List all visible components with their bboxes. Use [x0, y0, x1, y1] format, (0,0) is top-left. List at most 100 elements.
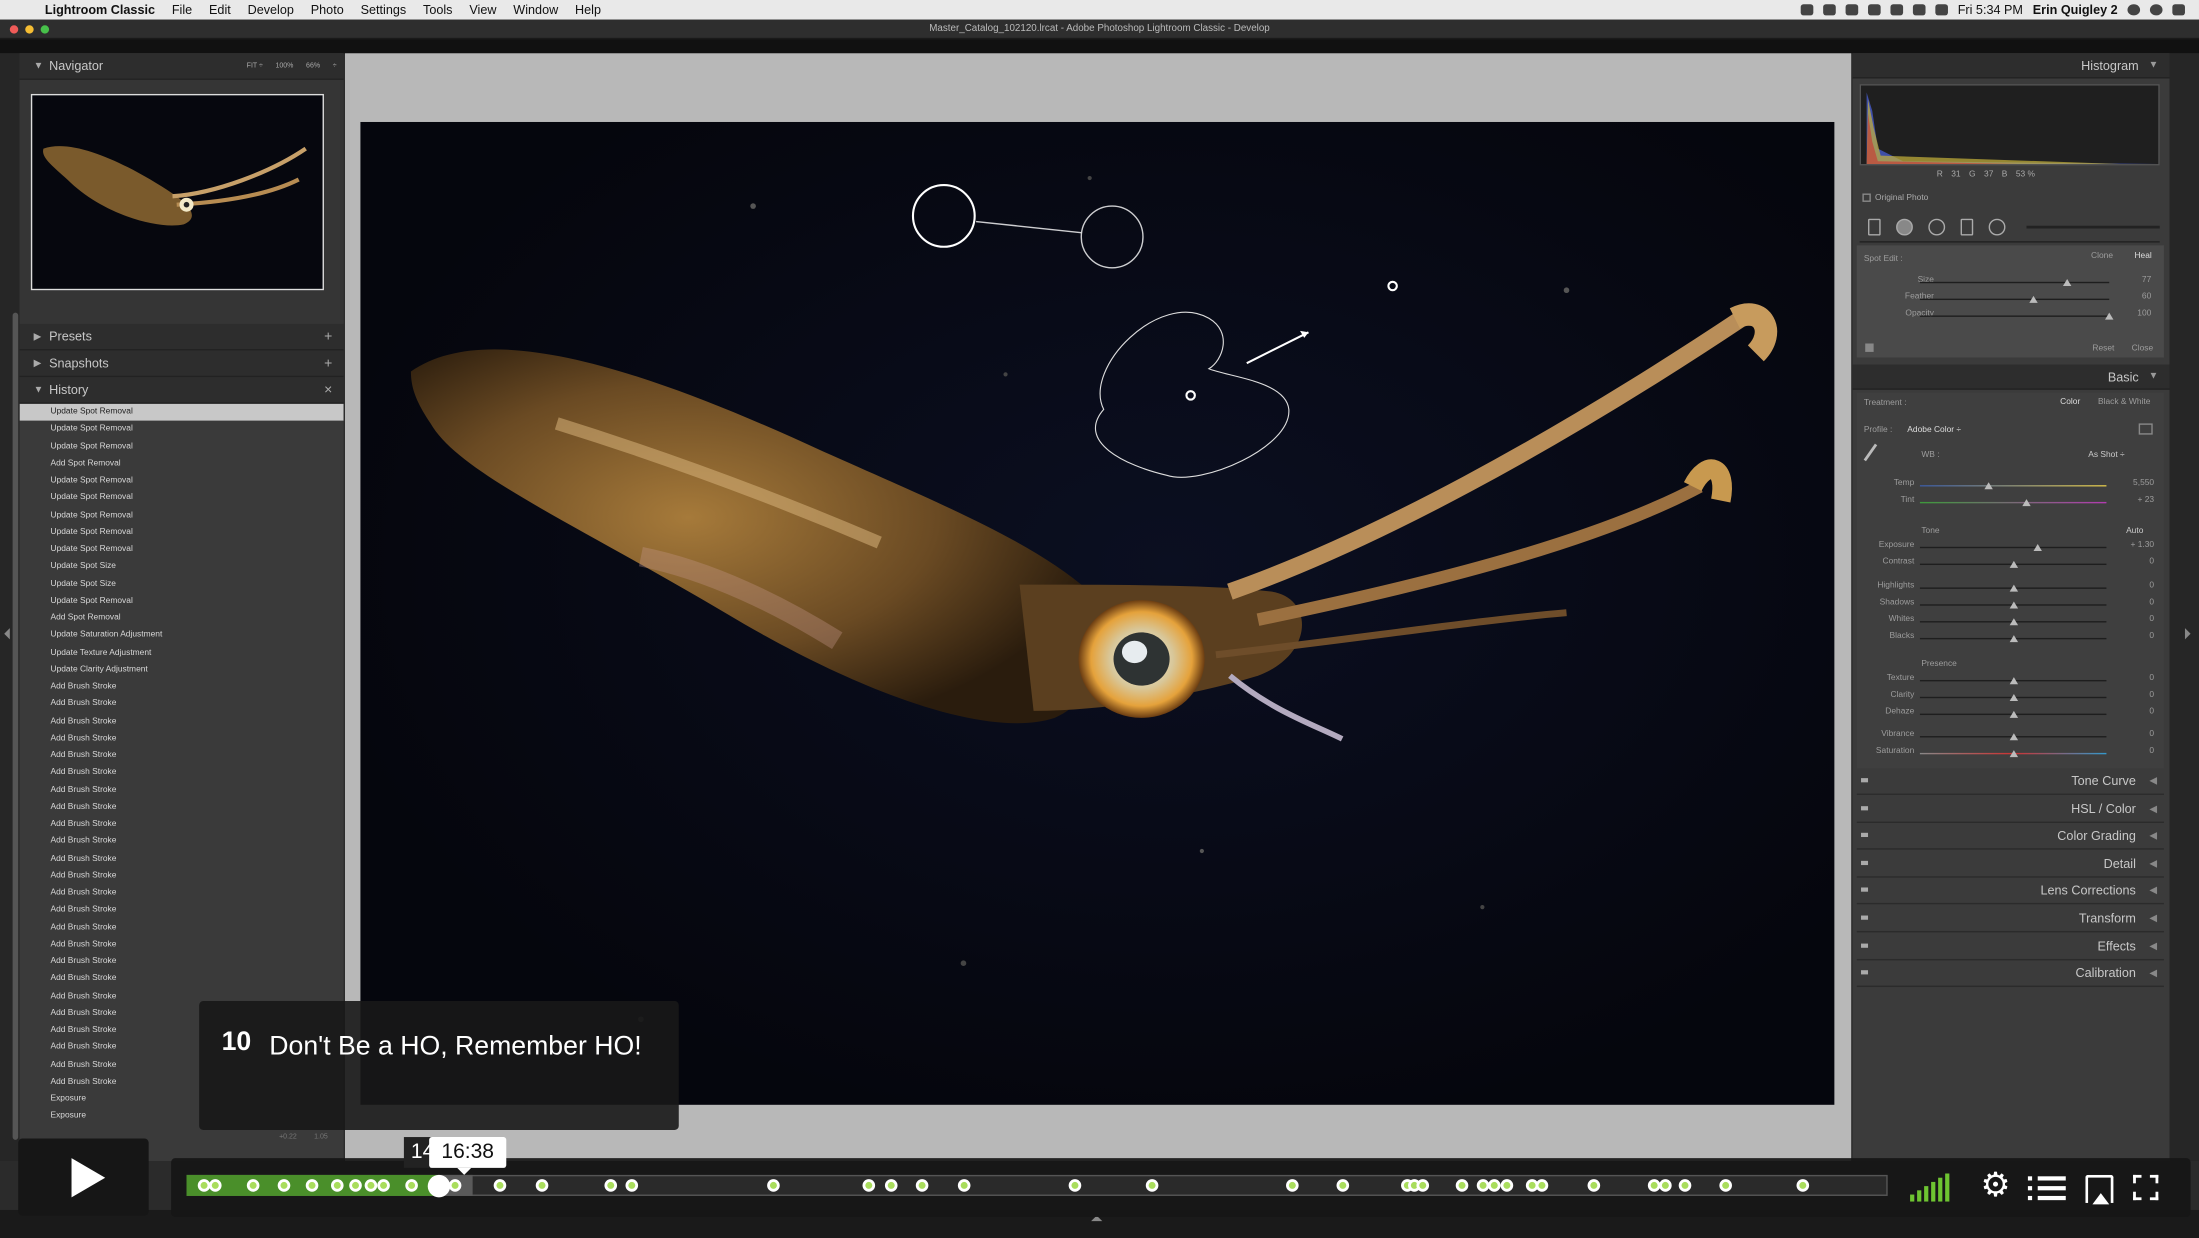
chapter-marker[interactable] [603, 1179, 617, 1192]
heal-option[interactable]: Heal [2134, 252, 2151, 260]
section-toggle-icon[interactable] [1861, 860, 1869, 865]
basic-slider-value[interactable]: 0 [2109, 599, 2154, 607]
chapter-marker[interactable] [363, 1179, 377, 1192]
history-item[interactable]: Update Spot Size [20, 576, 344, 593]
history-item[interactable]: Add Brush Stroke [20, 936, 344, 953]
history-item[interactable]: Update Spot Size [20, 558, 344, 575]
adjustment-brush-slider[interactable] [2026, 225, 2160, 228]
spot-slider-value[interactable]: 60 [2109, 293, 2151, 301]
chapter-marker[interactable] [404, 1179, 418, 1192]
menu-view[interactable]: View [469, 3, 496, 17]
menu-develop[interactable]: Develop [248, 3, 294, 17]
reset-button[interactable]: Reset [2092, 345, 2114, 353]
basic-slider-thumb[interactable] [2008, 635, 2018, 643]
basic-slider-thumb[interactable] [2008, 618, 2018, 626]
history-item[interactable]: Add Brush Stroke [20, 764, 344, 781]
section-detail[interactable]: Detail ◀ [1856, 851, 2164, 878]
siri-icon[interactable] [2149, 4, 2163, 16]
histogram-header[interactable]: Histogram ▼ [1852, 53, 2170, 79]
basic-slider-value[interactable]: + 23 [2109, 496, 2154, 504]
menubar-user[interactable]: Erin Quigley 2 [2033, 3, 2118, 17]
chapter-marker[interactable] [1285, 1179, 1299, 1192]
spot-slider-track[interactable] [1919, 315, 2110, 317]
red-eye-tool-icon[interactable] [1928, 218, 1946, 235]
menu-edit[interactable]: Edit [209, 3, 231, 17]
basic-slider-value[interactable]: 0 [2109, 730, 2154, 738]
navigator-thumbnail[interactable] [30, 93, 324, 291]
chapter-marker[interactable] [1658, 1179, 1672, 1192]
history-item[interactable]: Add Brush Stroke [20, 953, 344, 970]
main-photo[interactable] [360, 121, 1835, 1105]
chapter-marker[interactable] [1587, 1179, 1600, 1192]
wifi-icon[interactable] [1935, 4, 1948, 16]
section-toggle-icon[interactable] [1861, 915, 1869, 920]
basic-slider-thumb[interactable] [2008, 710, 2018, 718]
basic-slider-thumb[interactable] [2008, 677, 2018, 685]
section-lens-corrections[interactable]: Lens Corrections ◀ [1856, 878, 2164, 905]
zoom-more-option[interactable]: ÷ [333, 53, 337, 80]
status-icon[interactable] [1823, 4, 1836, 16]
airplay-icon[interactable] [2085, 1174, 2114, 1205]
section-color-grading[interactable]: Color Grading ◀ [1856, 823, 2164, 850]
spot-removal-tool-icon[interactable] [1896, 218, 1913, 235]
wb-dropdown[interactable]: As Shot ÷ [2088, 451, 2124, 459]
notification-center-icon[interactable] [2172, 4, 2185, 16]
chapter-marker[interactable] [957, 1179, 971, 1192]
crop-tool-icon[interactable] [1868, 218, 1881, 235]
basic-slider-value[interactable]: 0 [2109, 632, 2154, 640]
history-item[interactable]: Add Brush Stroke [20, 782, 344, 799]
history-item[interactable]: Add Brush Stroke [20, 971, 344, 988]
airplay-status-icon[interactable] [1912, 4, 1926, 16]
chapter-marker[interactable] [884, 1179, 898, 1192]
history-item[interactable]: Update Spot Removal [19, 403, 344, 421]
history-item[interactable]: Add Brush Stroke [20, 696, 344, 713]
presets-header[interactable]: ▶ Presets + [19, 323, 344, 351]
treatment-bw-option[interactable]: Black & White [2098, 398, 2150, 406]
menu-tools[interactable]: Tools [423, 3, 452, 17]
add-preset-icon[interactable]: + [324, 324, 332, 351]
basic-slider-thumb[interactable] [2008, 750, 2018, 758]
section-toggle-icon[interactable] [1861, 778, 1869, 783]
zoom-window-button[interactable] [40, 25, 50, 34]
settings-gear-icon[interactable]: ⚙ [1979, 1169, 2013, 1203]
history-item[interactable]: Update Clarity Adjustment [20, 661, 344, 678]
radial-filter-icon[interactable] [1988, 218, 2006, 235]
chapter-marker[interactable] [197, 1179, 210, 1192]
spot-slider-thumb[interactable] [2029, 295, 2038, 303]
history-item[interactable]: Update Spot Removal [20, 438, 344, 455]
history-item[interactable]: Add Spot Removal [20, 610, 344, 627]
section-hsl-color[interactable]: HSL / Color ◀ [1856, 796, 2164, 823]
basic-slider-value[interactable]: 0 [2109, 674, 2154, 682]
basic-slider-thumb[interactable] [2022, 499, 2031, 507]
section-calibration[interactable]: Calibration ◀ [1856, 961, 2164, 988]
history-item[interactable]: Add Brush Stroke [20, 679, 344, 696]
basic-slider-value[interactable]: 0 [2109, 691, 2154, 699]
close-button[interactable]: Close [2132, 345, 2154, 353]
apple-menu-icon[interactable] [17, 3, 34, 17]
history-item[interactable]: Add Brush Stroke [20, 730, 344, 747]
history-item[interactable]: Update Spot Removal [20, 421, 344, 438]
history-header[interactable]: ▼ History × [19, 377, 344, 404]
clear-history-icon[interactable]: × [324, 377, 332, 404]
history-item[interactable]: Add Brush Stroke [20, 868, 344, 885]
basic-slider-value[interactable]: + 1.30 [2109, 541, 2154, 549]
chapter-marker[interactable] [1476, 1179, 1490, 1192]
basic-slider-thumb[interactable] [2008, 694, 2018, 702]
mask-toggle-icon[interactable] [1865, 343, 1874, 352]
section-toggle-icon[interactable] [1861, 943, 1869, 948]
zoom-100-option[interactable]: 100% [275, 53, 293, 80]
section-toggle-icon[interactable] [1861, 833, 1869, 838]
menu-window[interactable]: Window [513, 3, 558, 17]
history-item[interactable]: Add Brush Stroke [20, 850, 344, 867]
graduated-filter-icon[interactable] [1960, 218, 1974, 235]
basic-slider-value[interactable]: 0 [2109, 615, 2154, 623]
history-item[interactable]: Add Spot Removal [20, 455, 344, 472]
basic-slider-value[interactable]: 0 [2109, 558, 2154, 566]
zoom-66-option[interactable]: 66% [306, 53, 320, 80]
chapter-marker[interactable] [1500, 1179, 1513, 1192]
history-item[interactable]: Update Spot Removal [20, 507, 344, 524]
history-item[interactable]: Add Brush Stroke [20, 885, 344, 902]
chapter-overlay[interactable]: 10 Don't Be a HO, Remember HO! [199, 1001, 679, 1131]
menu-file[interactable]: File [172, 3, 192, 17]
menu-settings[interactable]: Settings [361, 3, 407, 17]
